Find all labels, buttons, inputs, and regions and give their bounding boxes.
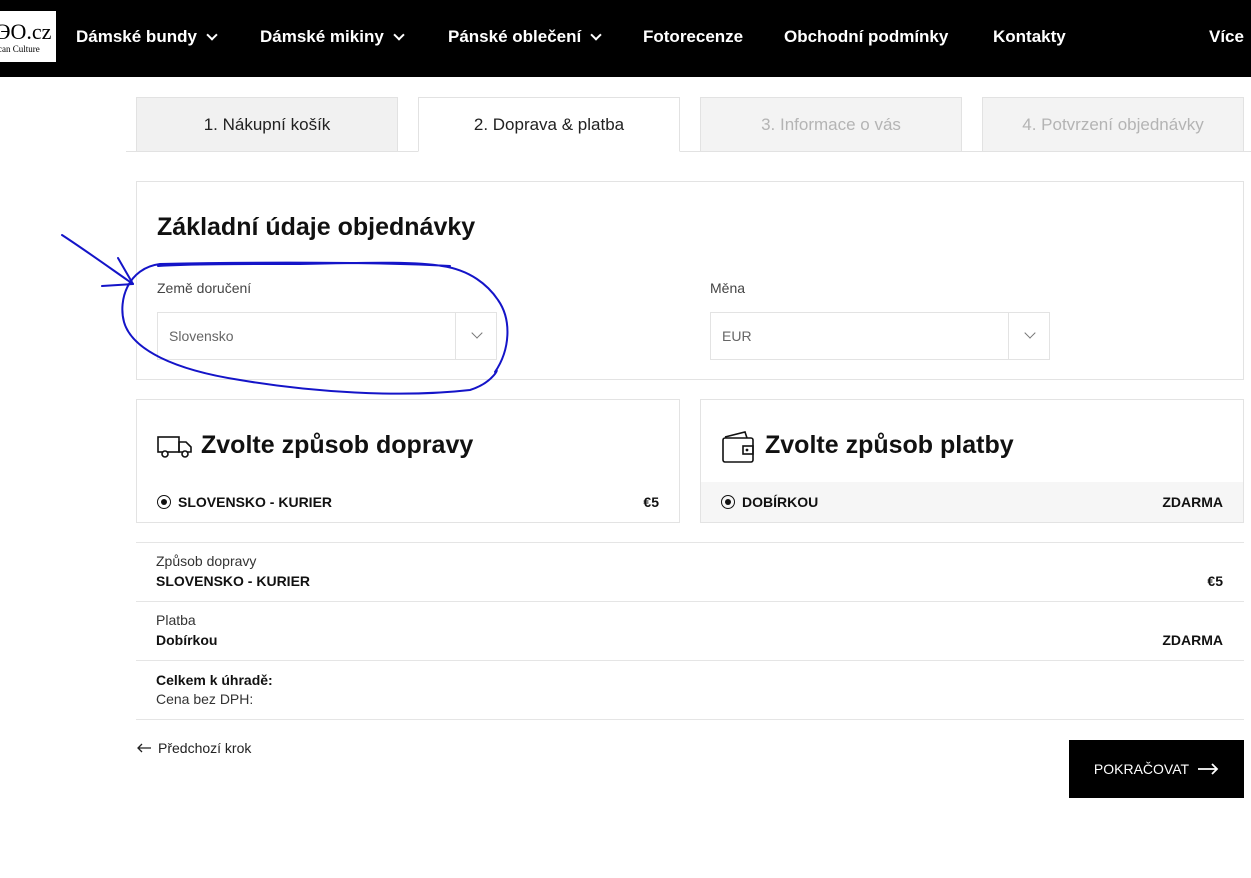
nav-item-kontakty[interactable]: Kontakty bbox=[993, 25, 1066, 49]
shipping-method-panel: Zvolte způsob dopravy SLOVENSKO - KURIER… bbox=[136, 399, 680, 523]
summary-shipping-value: SLOVENSKO - KURIER bbox=[156, 573, 311, 589]
logo-tagline: can Culture bbox=[0, 44, 40, 54]
nav-item-fotorecenze[interactable]: Fotorecenze bbox=[643, 25, 743, 49]
country-select[interactable]: Slovensko bbox=[157, 312, 497, 360]
annotation-arrow-shaft bbox=[61, 234, 134, 285]
nav-item-vice[interactable]: Více bbox=[1209, 25, 1244, 49]
summary-shipping-price: €5 bbox=[1207, 573, 1223, 589]
arrow-left-icon bbox=[137, 743, 151, 753]
site-logo[interactable]: ЭO.cz can Culture bbox=[0, 11, 56, 62]
chevron-down-icon bbox=[590, 28, 602, 41]
nav-item-damske-mikiny[interactable]: Dámské mikiny bbox=[260, 25, 405, 49]
tab-label: 2. Doprava & platba bbox=[473, 114, 625, 134]
summary-divider bbox=[136, 660, 1244, 661]
select-divider bbox=[455, 313, 456, 359]
shipping-option-price: €5 bbox=[643, 494, 659, 510]
shipping-option-radio[interactable] bbox=[157, 495, 171, 509]
currency-select-value: EUR bbox=[722, 328, 752, 344]
tab-order-confirmation: 4. Potvrzení objednávky bbox=[982, 97, 1244, 152]
payment-method-panel: Zvolte způsob platby DOBÍRKOU ZDARMA bbox=[700, 399, 1244, 523]
shipping-option-name: SLOVENSKO - KURIER bbox=[178, 494, 333, 510]
top-navigation-bar: ЭO.cz can Culture Dámské bundy Dámské mi… bbox=[0, 0, 1251, 77]
currency-select[interactable]: EUR bbox=[710, 312, 1050, 360]
payment-option-name: DOBÍRKOU bbox=[742, 494, 819, 510]
nav-item-label: Dámské bundy bbox=[76, 27, 197, 46]
nav-item-obchodni-podminky[interactable]: Obchodní podmínky bbox=[784, 25, 948, 49]
order-basics-title: Základní údaje objednávky bbox=[157, 213, 476, 241]
chevron-down-icon bbox=[1024, 327, 1036, 339]
tab-customer-info: 3. Informace o vás bbox=[700, 97, 962, 152]
tab-label: 1. Nákupní košík bbox=[203, 114, 331, 134]
nav-item-label: Fotorecenze bbox=[643, 27, 744, 46]
tab-cart[interactable]: 1. Nákupní košík bbox=[136, 97, 398, 152]
summary-divider bbox=[136, 542, 1244, 543]
tab-label: 3. Informace o vás bbox=[761, 114, 901, 134]
select-divider bbox=[1008, 313, 1009, 359]
nav-item-damske-bundy[interactable]: Dámské bundy bbox=[76, 25, 218, 49]
currency-label: Měna bbox=[710, 280, 746, 296]
nav-item-panske-obleceni[interactable]: Pánské oblečení bbox=[448, 25, 602, 49]
arrow-right-icon bbox=[1198, 763, 1219, 775]
country-select-value: Slovensko bbox=[169, 328, 234, 344]
payment-option-radio[interactable] bbox=[721, 495, 735, 509]
summary-total-label: Celkem k úhradě: bbox=[156, 672, 273, 688]
summary-payment-price: ZDARMA bbox=[1162, 632, 1223, 648]
country-label: Země doručení bbox=[157, 280, 252, 296]
chevron-down-icon bbox=[471, 327, 483, 339]
nav-item-label: Dámské mikiny bbox=[260, 27, 384, 46]
summary-divider bbox=[136, 601, 1244, 602]
nav-item-label: Pánské oblečení bbox=[448, 27, 582, 46]
logo-text: ЭO.cz bbox=[0, 19, 52, 44]
truck-icon bbox=[157, 436, 192, 458]
chevron-down-icon bbox=[393, 28, 405, 41]
tab-label: 4. Potvrzení objednávky bbox=[1022, 114, 1204, 134]
summary-net-price-label: Cena bez DPH: bbox=[156, 691, 254, 707]
payment-method-title: Zvolte způsob platby bbox=[765, 431, 1014, 459]
continue-button[interactable]: POKRAČOVAT bbox=[1069, 740, 1244, 798]
shipping-option[interactable]: SLOVENSKO - KURIER €5 bbox=[157, 482, 659, 522]
payment-option[interactable]: DOBÍRKOU ZDARMA bbox=[721, 482, 1223, 522]
summary-divider bbox=[136, 719, 1244, 720]
payment-option-price: ZDARMA bbox=[1162, 494, 1223, 510]
summary-payment-label: Platba bbox=[156, 612, 196, 628]
shipping-method-title: Zvolte způsob dopravy bbox=[201, 431, 474, 459]
nav-item-label: Obchodní podmínky bbox=[784, 27, 949, 46]
tab-shipping-payment[interactable]: 2. Doprava & platba bbox=[418, 97, 680, 152]
order-basics-panel: Základní údaje objednávky Země doručení … bbox=[136, 181, 1244, 380]
summary-payment-value: Dobírkou bbox=[156, 632, 218, 648]
previous-step-link[interactable]: Předchozí krok bbox=[136, 740, 251, 756]
summary-shipping-label: Způsob dopravy bbox=[156, 553, 257, 569]
nav-item-label: Více bbox=[1209, 27, 1244, 46]
previous-step-label: Předchozí krok bbox=[158, 740, 252, 756]
nav-item-label: Kontakty bbox=[993, 27, 1066, 46]
wallet-icon bbox=[722, 431, 754, 463]
chevron-down-icon bbox=[206, 28, 218, 41]
annotation-arrow-head bbox=[101, 257, 134, 287]
continue-button-label: POKRAČOVAT bbox=[1093, 761, 1190, 777]
